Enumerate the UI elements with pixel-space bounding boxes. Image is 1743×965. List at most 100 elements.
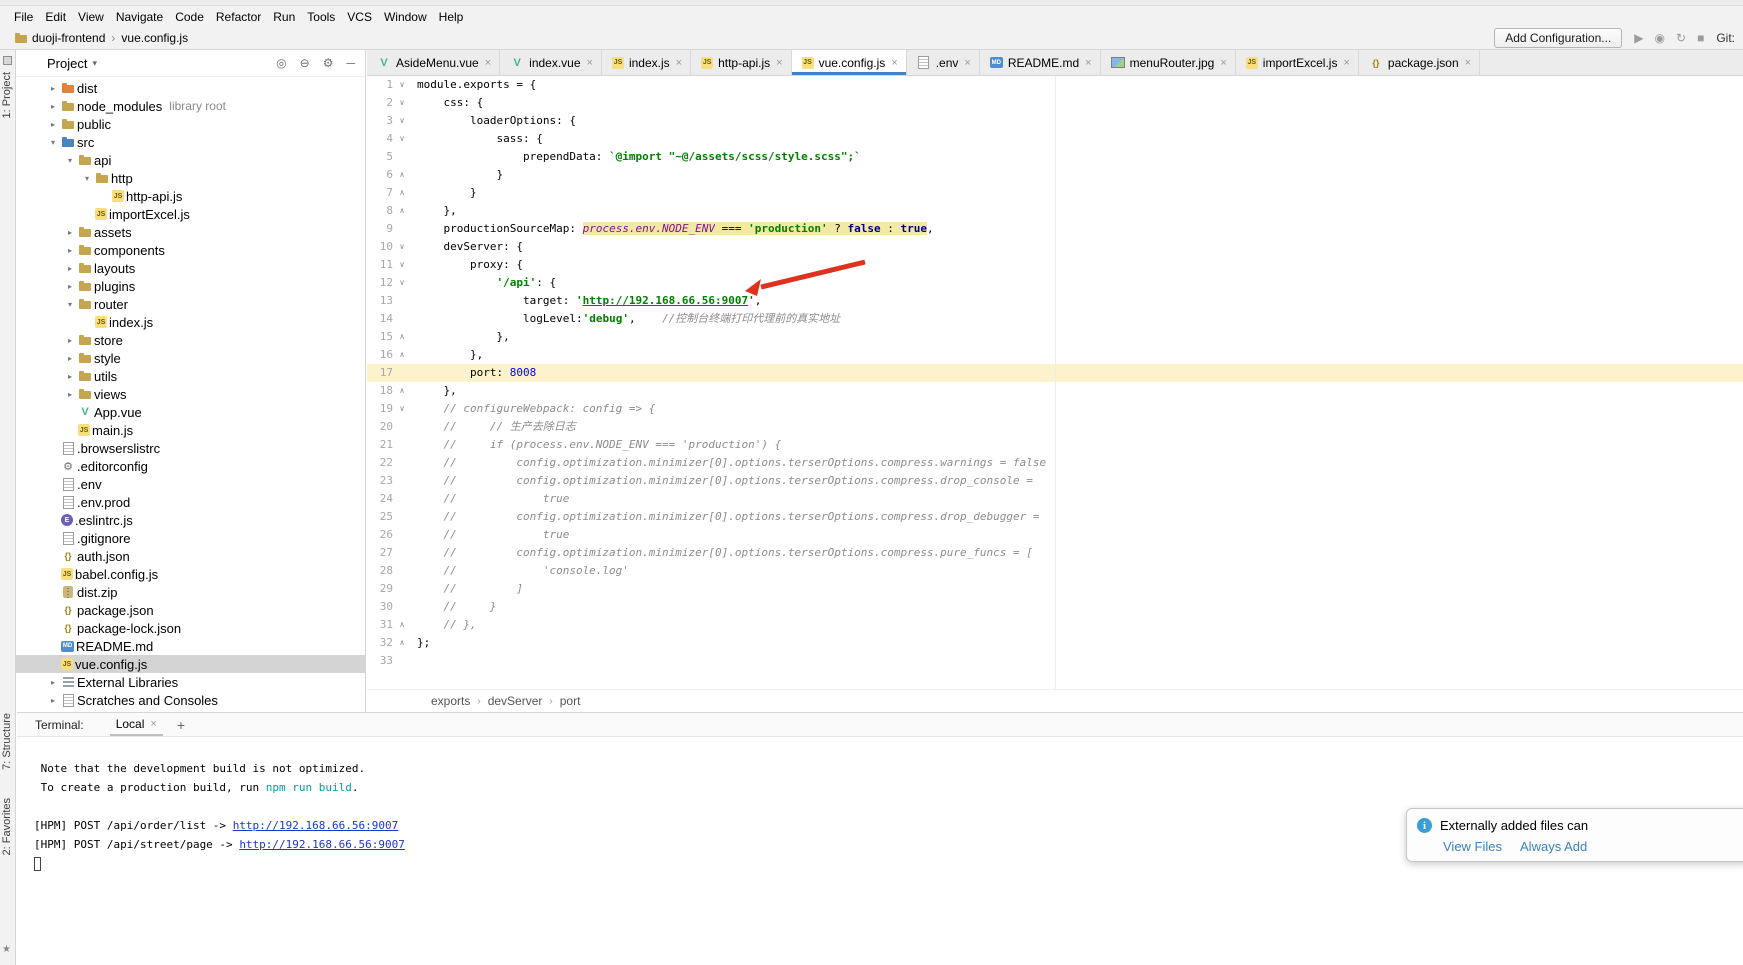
code-editor[interactable]: 1∨module.exports = {2∨ css: {3∨ loaderOp… (367, 76, 1743, 689)
tree-item-router[interactable]: ▾router (16, 295, 365, 313)
terminal-link[interactable]: http://192.168.66.56:9007 (239, 838, 405, 851)
tab-close-icon[interactable]: × (676, 57, 682, 69)
settings-icon[interactable]: ⚙ (323, 56, 334, 70)
menu-file[interactable]: File (8, 8, 39, 26)
tree-item-browserslistrc[interactable]: .browserslistrc (16, 439, 365, 457)
editor-tab-index-js[interactable]: JSindex.js× (602, 50, 691, 75)
tab-close-icon[interactable]: × (485, 57, 491, 69)
stripe-project-button[interactable]: 1: Project (1, 72, 13, 118)
editor-tab-package-json[interactable]: {}package.json× (1359, 50, 1480, 75)
tree-item-app-vue[interactable]: VApp.vue (16, 403, 365, 421)
tree-item-eslintrc-js[interactable]: E.eslintrc.js (16, 511, 365, 529)
menu-tools[interactable]: Tools (301, 8, 341, 26)
fold-icon[interactable]: ∧ (393, 616, 411, 634)
add-terminal-icon[interactable]: + (177, 717, 185, 733)
menu-view[interactable]: View (72, 8, 110, 26)
tree-item-src[interactable]: ▾src (16, 133, 365, 151)
chevron-icon[interactable]: ▸ (64, 282, 76, 291)
fold-icon[interactable]: ∨ (393, 94, 411, 112)
breadcrumb-port[interactable]: port (560, 694, 581, 708)
editor-tab-vue-config-js[interactable]: JSvue.config.js× (792, 50, 907, 75)
tree-item-store[interactable]: ▸store (16, 331, 365, 349)
fold-icon[interactable]: ∧ (393, 184, 411, 202)
editor-tab-env[interactable]: .env× (907, 50, 980, 75)
fold-icon[interactable]: ∨ (393, 130, 411, 148)
favorites-star-icon[interactable]: ★ (2, 944, 11, 955)
tree-item-assets[interactable]: ▸assets (16, 223, 365, 241)
fold-icon[interactable]: ∨ (393, 400, 411, 418)
chevron-icon[interactable]: ▸ (64, 264, 76, 273)
fold-icon[interactable]: ∨ (393, 274, 411, 292)
terminal-link[interactable]: http://192.168.66.56:9007 (233, 819, 399, 832)
breadcrumb-devserver[interactable]: devServer (488, 694, 543, 708)
project-panel-title[interactable]: Project (47, 56, 87, 71)
fold-icon[interactable]: ∧ (393, 346, 411, 364)
tree-item-vue-config-js[interactable]: JSvue.config.js (16, 655, 365, 673)
tree-item-babel-config-js[interactable]: JSbabel.config.js (16, 565, 365, 583)
menu-refactor[interactable]: Refactor (210, 8, 267, 26)
chevron-icon[interactable]: ▸ (47, 678, 59, 687)
tree-item-external-libraries[interactable]: ▸External Libraries (16, 673, 365, 691)
tab-close-icon[interactable]: × (1220, 57, 1226, 69)
tree-item-style[interactable]: ▸style (16, 349, 365, 367)
tree-item-node-modules[interactable]: ▸node_moduleslibrary root (16, 97, 365, 115)
tree-item-readme-md[interactable]: MDREADME.md (16, 637, 365, 655)
chevron-icon[interactable]: ▾ (64, 156, 76, 165)
tree-item-plugins[interactable]: ▸plugins (16, 277, 365, 295)
editor-tab-readme-md[interactable]: MDREADME.md× (980, 50, 1101, 75)
tab-close-icon[interactable]: × (776, 57, 782, 69)
breadcrumb-project[interactable]: duoji-frontend (32, 31, 105, 45)
add-configuration-button[interactable]: Add Configuration... (1494, 28, 1622, 48)
chevron-icon[interactable]: ▸ (47, 696, 59, 705)
stop-icon[interactable]: ■ (1697, 31, 1704, 45)
tree-item-dist[interactable]: ▸dist (16, 79, 365, 97)
tree-item-components[interactable]: ▸components (16, 241, 365, 259)
editor-tab-importexcel-js[interactable]: JSimportExcel.js× (1236, 50, 1359, 75)
tree-item-editorconfig[interactable]: ⚙.editorconfig (16, 457, 365, 475)
collapse-all-icon[interactable]: ⊖ (300, 56, 310, 70)
tree-item-importexcel-js[interactable]: JSimportExcel.js (16, 205, 365, 223)
chevron-icon[interactable]: ▸ (47, 102, 59, 111)
menu-navigate[interactable]: Navigate (110, 8, 169, 26)
chevron-icon[interactable]: ▸ (47, 120, 59, 129)
tree-item-api[interactable]: ▾api (16, 151, 365, 169)
editor-tab-http-api-js[interactable]: JShttp-api.js× (691, 50, 791, 75)
tree-item-layouts[interactable]: ▸layouts (16, 259, 365, 277)
chevron-icon[interactable]: ▸ (64, 372, 76, 381)
terminal-tab-local[interactable]: Local × (110, 714, 163, 736)
tab-close-icon[interactable]: × (891, 57, 897, 69)
tab-close-icon[interactable]: × (1465, 57, 1471, 69)
editor-tab-asidemenu-vue[interactable]: VAsideMenu.vue× (367, 50, 500, 75)
fold-icon[interactable]: ∧ (393, 382, 411, 400)
breadcrumb-file[interactable]: vue.config.js (121, 31, 188, 45)
tree-item-utils[interactable]: ▸utils (16, 367, 365, 385)
fold-icon[interactable]: ∧ (393, 166, 411, 184)
tree-item-package-lock-json[interactable]: {}package-lock.json (16, 619, 365, 637)
menu-code[interactable]: Code (169, 8, 210, 26)
tree-item-index-js[interactable]: JSindex.js (16, 313, 365, 331)
menu-help[interactable]: Help (433, 8, 470, 26)
chevron-icon[interactable]: ▸ (64, 390, 76, 399)
tab-close-icon[interactable]: × (150, 718, 156, 730)
fold-icon[interactable]: ∧ (393, 202, 411, 220)
menu-window[interactable]: Window (378, 8, 433, 26)
editor-tab-index-vue[interactable]: Vindex.vue× (500, 50, 602, 75)
fold-icon[interactable]: ∨ (393, 238, 411, 256)
view-files-link[interactable]: View Files (1443, 839, 1502, 854)
chevron-icon[interactable]: ▸ (64, 354, 76, 363)
chevron-icon[interactable]: ▸ (64, 336, 76, 345)
hide-panel-icon[interactable]: ─ (346, 56, 355, 70)
locate-file-icon[interactable]: ◎ (276, 56, 286, 70)
rerun-icon[interactable]: ↻ (1676, 31, 1686, 45)
tree-item-gitignore[interactable]: .gitignore (16, 529, 365, 547)
stripe-favorites-button[interactable]: 2: Favorites (1, 798, 13, 855)
run-icon[interactable]: ▶ (1634, 31, 1643, 45)
tree-item-http-api-js[interactable]: JShttp-api.js (16, 187, 365, 205)
tab-close-icon[interactable]: × (964, 57, 970, 69)
menu-run[interactable]: Run (267, 8, 301, 26)
tree-item-http[interactable]: ▾http (16, 169, 365, 187)
chevron-icon[interactable]: ▸ (64, 246, 76, 255)
tree-item-package-json[interactable]: {}package.json (16, 601, 365, 619)
debug-icon[interactable]: ◉ (1655, 31, 1665, 45)
tab-close-icon[interactable]: × (1085, 57, 1091, 69)
